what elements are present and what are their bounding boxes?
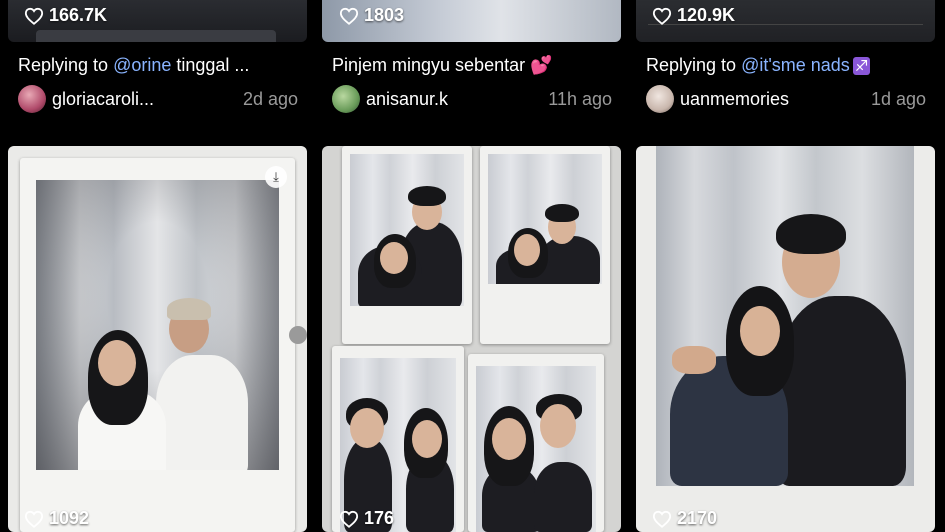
video-thumbnail-4[interactable]: ⤓	[8, 146, 307, 532]
photo-image	[476, 366, 596, 532]
username[interactable]: anisanur.k	[366, 89, 448, 110]
video-thumbnail-6[interactable]	[636, 146, 935, 532]
username[interactable]: uanmemories	[680, 89, 789, 110]
caption-text: Pinjem mingyu sebentar	[332, 55, 531, 75]
video-meta-1: gloriacaroli... 2d ago	[18, 84, 298, 114]
caption-text: tinggal ...	[171, 55, 250, 75]
mention-link[interactable]: @orine	[113, 55, 171, 75]
video-thumbnail-5[interactable]	[322, 146, 621, 532]
caption-text: Replying to	[18, 55, 114, 75]
heart-outline-icon	[339, 510, 359, 528]
post-time: 2d ago	[242, 88, 298, 109]
post-time: 1d ago	[870, 88, 926, 109]
video-meta-2: anisanur.k 11h ago	[332, 84, 612, 114]
like-count-text: 176	[364, 508, 395, 528]
video-caption-1[interactable]: Replying to @orine tinggal ...	[18, 55, 298, 76]
like-count-4: 1092	[24, 508, 89, 529]
like-count-text: 1092	[49, 508, 90, 528]
mention-link[interactable]: @it'sme nads	[741, 55, 850, 75]
sagittarius-emoji: ♐	[852, 57, 871, 75]
photo-image	[350, 154, 464, 306]
heart-outline-icon	[652, 510, 672, 528]
like-count-5: 176	[339, 508, 394, 529]
video-grid: 166.7K 1803 120.9K Replying to @orine ti…	[0, 0, 945, 532]
photo-image	[340, 358, 456, 532]
heart-outline-icon	[24, 7, 44, 25]
video-caption-2[interactable]: Pinjem mingyu sebentar 💕	[332, 55, 617, 76]
like-count-text: 120.9K	[677, 5, 736, 25]
like-count-text: 2170	[677, 508, 718, 528]
avatar[interactable]	[646, 85, 674, 113]
polaroid-photo	[480, 146, 610, 344]
like-count-text: 1803	[364, 5, 405, 25]
polaroid-photo	[468, 354, 604, 532]
heart-outline-icon	[339, 7, 359, 25]
video-caption-3[interactable]: Replying to @it'sme nads ♐	[646, 55, 931, 76]
post-time: 11h ago	[548, 88, 612, 109]
hearts-emoji: 💕	[530, 55, 553, 75]
polaroid-photo	[332, 346, 464, 532]
username[interactable]: gloriacaroli...	[52, 89, 154, 110]
polaroid-photo	[20, 158, 295, 532]
like-count-2: 1803	[339, 5, 404, 26]
like-count-3: 120.9K	[652, 5, 735, 26]
like-count-text: 166.7K	[49, 5, 108, 25]
heart-outline-icon	[652, 7, 672, 25]
photo-image	[488, 154, 602, 284]
avatar[interactable]	[332, 85, 360, 113]
video-meta-3: uanmemories 1d ago	[646, 84, 926, 114]
scroll-indicator	[289, 326, 307, 344]
heart-outline-icon	[24, 510, 44, 528]
like-count-1: 166.7K	[24, 5, 107, 26]
polaroid-photo	[342, 146, 472, 344]
caption-text: Replying to	[646, 55, 742, 75]
photo-image	[656, 146, 914, 486]
avatar[interactable]	[18, 85, 46, 113]
like-count-6: 2170	[652, 508, 717, 529]
download-icon[interactable]: ⤓	[265, 166, 287, 188]
photo-image	[36, 180, 279, 470]
